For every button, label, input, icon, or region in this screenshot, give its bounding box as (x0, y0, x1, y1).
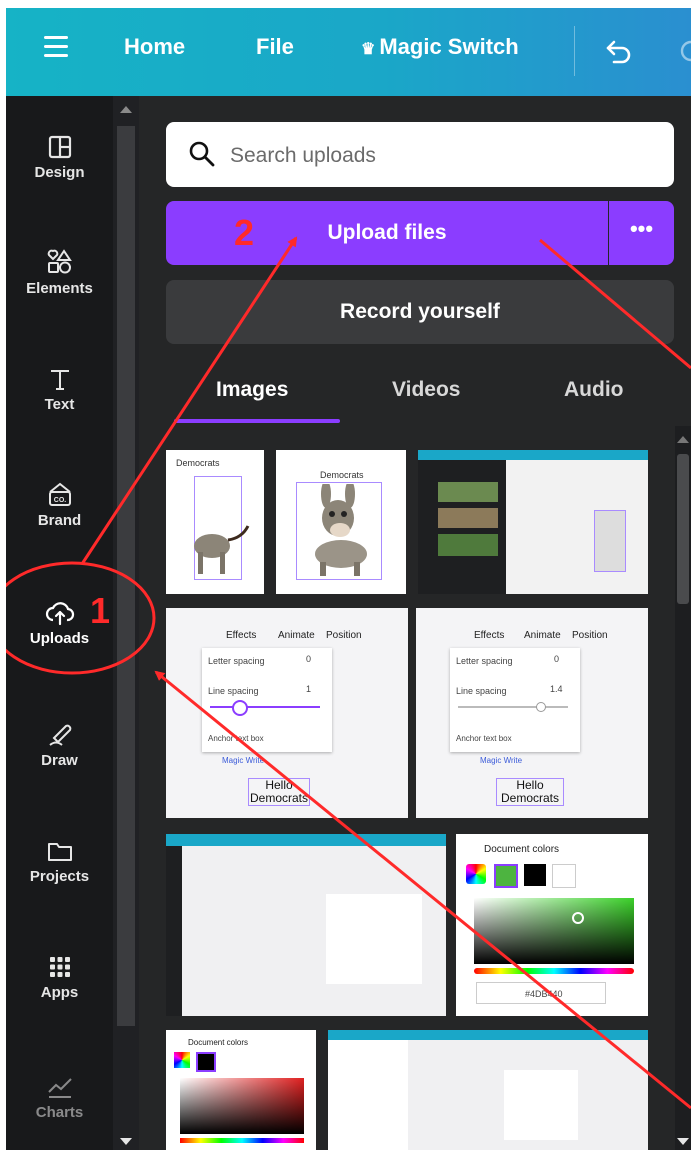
step-2-label: 2 (234, 212, 255, 253)
annotation-overlay (6, 236, 691, 1110)
step-1-label: 1 (90, 590, 111, 631)
arrow-to-uploads (154, 670, 691, 1110)
uploads-highlight-circle (6, 561, 156, 675)
arrow-from-upload (539, 238, 691, 370)
editor-frame: Home File ♛ Magic Switch Design Elements … (6, 8, 691, 1150)
arrow-to-upload (80, 236, 298, 565)
